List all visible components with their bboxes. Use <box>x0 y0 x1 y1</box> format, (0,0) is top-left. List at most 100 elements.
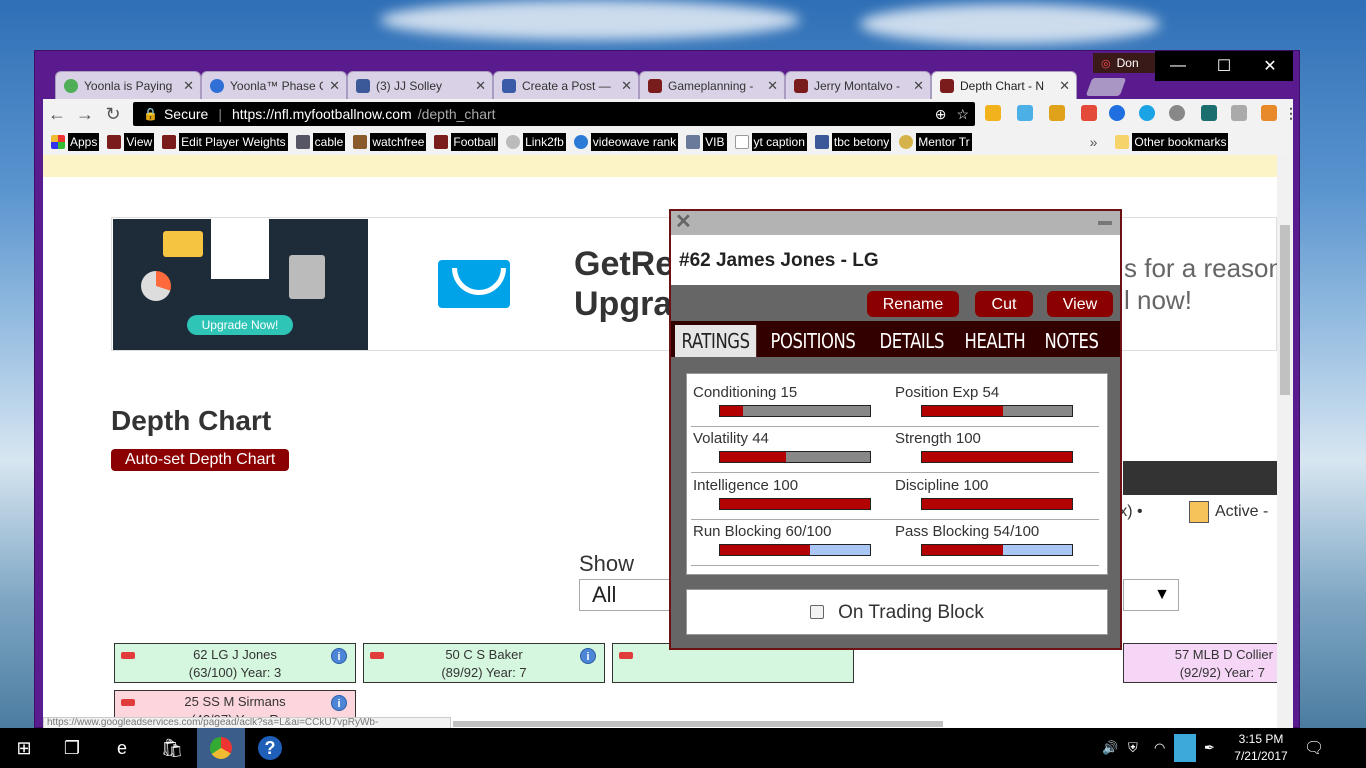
extension-icon[interactable] <box>1081 105 1097 121</box>
horizontal-scrollbar[interactable] <box>453 721 943 727</box>
trading-block-row[interactable]: On Trading Block <box>686 589 1108 635</box>
bookmark-view[interactable]: View <box>107 132 155 152</box>
vertical-scrollbar[interactable] <box>1277 155 1293 729</box>
cut-button[interactable]: Cut <box>975 291 1033 317</box>
address-bar[interactable]: 🔒 Secure | https://nfl.myfootballnow.com… <box>133 102 975 126</box>
bookmark-favicon-icon <box>573 135 588 149</box>
bookmark-label: Edit Player Weights <box>179 133 288 151</box>
edge-icon[interactable]: e <box>98 728 146 768</box>
close-icon[interactable]: ✕ <box>767 78 778 94</box>
bookmarks-overflow-icon[interactable]: » <box>1090 134 1098 150</box>
tab-ratings[interactable]: RATINGS <box>675 325 757 357</box>
view-button[interactable]: View <box>1047 291 1113 317</box>
player-card[interactable]: 57 MLB D Collier (92/92) Year: 7 <box>1123 643 1277 683</box>
extension-icon[interactable] <box>1231 105 1247 121</box>
pen-icon[interactable]: ✒ <box>1204 740 1215 756</box>
remove-icon[interactable] <box>370 652 384 659</box>
extension-icon[interactable] <box>1261 105 1277 121</box>
info-icon[interactable]: i <box>580 648 596 664</box>
rename-button[interactable]: Rename <box>867 291 959 317</box>
windows-start-icon[interactable]: ⊞ <box>0 728 48 768</box>
remove-icon[interactable] <box>121 652 135 659</box>
ad-headline: GetRe Upgra <box>574 244 674 324</box>
popup-titlebar[interactable]: ✕ <box>671 211 1120 235</box>
bookmark-mentor[interactable]: Mentor Tr <box>899 132 972 152</box>
bookmark-apps[interactable]: Apps <box>51 132 100 152</box>
volume-icon[interactable]: 🔊 <box>1102 740 1118 756</box>
tab-jerry-montalvo[interactable]: Jerry Montalvo - ✕ <box>785 71 931 99</box>
player-card[interactable]: 50 C S Baker (89/92) Year: 7 i <box>363 643 605 683</box>
extension-icon[interactable] <box>1049 105 1065 121</box>
minimize-button[interactable]: — <box>1155 51 1201 81</box>
show-select[interactable]: All <box>579 579 673 611</box>
tab-depth-chart[interactable]: Depth Chart - N ✕ <box>931 71 1077 99</box>
tab-health[interactable]: HEALTH <box>958 325 1032 357</box>
bookmark-other[interactable]: Other bookmarks <box>1115 132 1229 152</box>
bookmark-yt-caption[interactable]: yt caption <box>734 132 807 152</box>
bookmark-cable[interactable]: cable <box>295 132 346 152</box>
second-select[interactable]: ▼ <box>1123 579 1179 611</box>
maximize-button[interactable]: ☐ <box>1201 51 1247 81</box>
tab-details[interactable]: DETAILS <box>873 325 951 357</box>
chrome-taskbar-icon[interactable] <box>197 728 245 768</box>
close-icon[interactable]: ✕ <box>675 211 692 233</box>
notifications-icon[interactable]: 🗨 <box>1304 738 1324 758</box>
extension-icon[interactable] <box>1169 105 1185 121</box>
extension-icon[interactable] <box>1109 105 1125 121</box>
close-icon[interactable]: ✕ <box>475 78 486 94</box>
bookmark-football[interactable]: Football <box>434 132 499 152</box>
minimize-icon[interactable] <box>1098 221 1112 225</box>
tab-yoonla-phase[interactable]: Yoonla™ Phase C ✕ <box>201 71 347 99</box>
remove-icon[interactable] <box>121 699 135 706</box>
info-icon[interactable]: i <box>331 695 347 711</box>
close-icon[interactable]: ✕ <box>329 78 340 94</box>
ad-upgrade-button[interactable]: Upgrade Now! <box>187 315 293 335</box>
zoom-icon[interactable]: ⊕ <box>935 106 947 123</box>
close-icon[interactable]: ✕ <box>913 78 924 94</box>
page-icon <box>734 135 749 149</box>
tab-create-post[interactable]: Create a Post — ✕ <box>493 71 639 99</box>
close-window-button[interactable]: ✕ <box>1247 51 1293 81</box>
store-icon[interactable]: 🛍 <box>148 728 196 768</box>
extension-icon[interactable] <box>1017 105 1033 121</box>
ad-headline-line1: GetRe <box>574 245 675 283</box>
back-arrow-icon[interactable]: ← <box>43 104 71 125</box>
shield-icon[interactable]: ⛨ <box>1128 740 1138 756</box>
bookmark-star-icon[interactable]: ☆ <box>956 106 969 123</box>
scrollbar-thumb[interactable] <box>1280 225 1290 395</box>
bookmark-vib[interactable]: VIB <box>686 132 727 152</box>
reload-icon[interactable]: ↻ <box>99 104 127 125</box>
bookmark-videowave-rank[interactable]: videowave rank <box>573 132 679 152</box>
bookmark-edit-player-weights[interactable]: Edit Player Weights <box>162 132 288 152</box>
system-clock[interactable]: 3:15 PM 7/21/2017 <box>1226 731 1296 765</box>
new-tab-button[interactable] <box>1085 78 1127 96</box>
close-icon[interactable]: ✕ <box>183 78 194 94</box>
tab-favicon-icon <box>210 78 224 93</box>
remove-icon[interactable] <box>619 652 633 659</box>
more-menu-icon[interactable]: ⋮ <box>1283 105 1299 121</box>
rating-label: Intelligence 100 <box>693 477 799 494</box>
close-icon[interactable]: ✕ <box>1059 78 1070 94</box>
bookmark-link2fb[interactable]: Link2fb <box>506 132 566 152</box>
close-icon[interactable]: ✕ <box>621 78 632 94</box>
tab-facebook[interactable]: (3) JJ Solley ✕ <box>347 71 493 99</box>
auto-set-depth-chart-button[interactable]: Auto-set Depth Chart <box>111 449 290 471</box>
trading-block-checkbox[interactable] <box>810 605 825 619</box>
tab-positions[interactable]: POSITIONS <box>764 325 862 357</box>
forward-arrow-icon[interactable]: → <box>71 104 99 125</box>
profile-button[interactable]: ◎ Don <box>1093 53 1155 73</box>
extension-icon[interactable] <box>1201 105 1217 121</box>
skype-icon[interactable] <box>1139 105 1155 121</box>
extension-icon[interactable] <box>985 105 1001 121</box>
bookmark-watchfree[interactable]: watchfree <box>353 132 427 152</box>
tab-notes[interactable]: NOTES <box>1038 325 1105 357</box>
bookmark-tbc-betony[interactable]: tbc betony <box>814 132 892 152</box>
player-card[interactable]: 62 LG J Jones (63/100) Year: 3 i <box>114 643 356 683</box>
battery-icon[interactable] <box>1174 734 1196 762</box>
task-view-icon[interactable]: ❐ <box>48 728 96 768</box>
wifi-icon[interactable]: ◠ <box>1154 740 1165 756</box>
info-icon[interactable]: i <box>331 648 347 664</box>
tab-gameplanning[interactable]: Gameplanning - ✕ <box>639 71 785 99</box>
help-icon[interactable]: ? <box>246 728 294 768</box>
tab-yoonla-paying[interactable]: Yoonla is Paying ✕ <box>55 71 201 99</box>
